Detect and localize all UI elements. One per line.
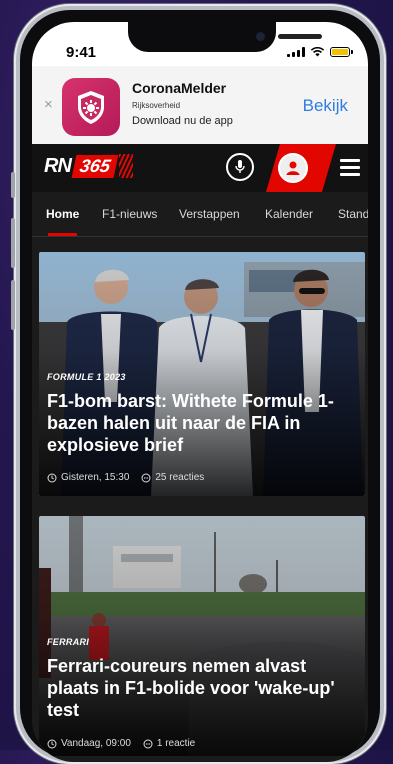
article-meta: Gisteren, 15:30 25 reacties	[47, 472, 204, 483]
tab-label: Home	[46, 207, 80, 221]
article-comments: 25 reacties	[155, 472, 205, 483]
comments-link[interactable]: 25 reacties	[141, 472, 204, 483]
hamburger-menu-icon[interactable]	[340, 159, 360, 176]
screen: 9:41 × CoronaMelder Rijksoverheid Downlo…	[32, 22, 368, 762]
tab-stand[interactable]: Stand	[338, 207, 368, 221]
banner-title: CoronaMelder	[132, 80, 227, 96]
site-logo[interactable]: RN 365	[44, 154, 133, 178]
notch	[128, 22, 322, 52]
active-tab-indicator	[48, 233, 78, 236]
microphone-icon	[235, 160, 245, 173]
tab-kalender[interactable]: Kalender	[265, 207, 313, 221]
side-button-volume-down	[11, 280, 15, 330]
clock-icon	[47, 739, 57, 748]
comment-icon	[143, 739, 153, 748]
banner-publisher: Rijksoverheid	[132, 101, 181, 110]
article-time: Vandaag, 09:00	[61, 738, 131, 749]
tab-home[interactable]: Home	[46, 207, 80, 236]
app-icon	[62, 78, 120, 136]
article-meta: Vandaag, 09:00 1 reactie	[47, 738, 195, 749]
wifi-icon	[310, 46, 325, 57]
logo-stripes	[118, 154, 133, 178]
article-headline[interactable]: F1-bom barst: Withete Formule 1-bazen ha…	[47, 390, 353, 456]
phone-bezel: 9:41 × CoronaMelder Rijksoverheid Downlo…	[20, 10, 380, 762]
site-header: RN 365	[32, 144, 368, 192]
phone-frame: 9:41 × CoronaMelder Rijksoverheid Downlo…	[11, 4, 386, 764]
article-comments: 1 reactie	[156, 738, 196, 749]
side-button-volume-up	[11, 218, 15, 268]
tab-verstappen[interactable]: Verstappen	[179, 207, 240, 221]
speaker-grille	[278, 34, 322, 39]
camera-icon	[256, 32, 265, 41]
status-icons	[287, 46, 353, 57]
banner-subtitle: Download nu de app	[132, 115, 233, 127]
tab-f1-nieuws[interactable]: F1-nieuws	[102, 207, 157, 221]
smart-app-banner[interactable]: × CoronaMelder Rijksoverheid Download nu…	[32, 66, 368, 145]
article-time: Gisteren, 15:30	[61, 472, 130, 483]
article-card[interactable]: FORMULE 1 2023 F1-bom barst: Withete For…	[39, 252, 365, 496]
logo-365: 365	[71, 154, 119, 178]
logo-rn: RN	[44, 154, 72, 177]
article-headline[interactable]: Ferrari-coureurs nemen alvast plaats in …	[47, 655, 353, 721]
microphone-button[interactable]	[226, 153, 254, 181]
status-time: 9:41	[66, 44, 97, 61]
article-card[interactable]: FERRARI Ferrari-coureurs nemen alvast pl…	[39, 516, 365, 756]
user-icon	[286, 161, 300, 175]
comment-icon	[141, 473, 151, 482]
view-app-button[interactable]: Bekijk	[303, 96, 348, 116]
comments-link[interactable]: 1 reactie	[143, 738, 195, 749]
signal-icon	[287, 46, 305, 57]
close-icon[interactable]: ×	[44, 96, 53, 113]
account-avatar-button[interactable]	[278, 153, 308, 183]
clock-icon	[47, 473, 57, 482]
battery-icon	[330, 46, 353, 57]
article-category-tag[interactable]: FORMULE 1 2023	[47, 372, 126, 382]
category-nav: Home F1-nieuws Verstappen Kalender Stand	[32, 192, 368, 237]
article-category-tag[interactable]: FERRARI	[47, 637, 89, 647]
side-button-silent	[11, 172, 15, 198]
status-bar: 9:41	[32, 22, 368, 66]
